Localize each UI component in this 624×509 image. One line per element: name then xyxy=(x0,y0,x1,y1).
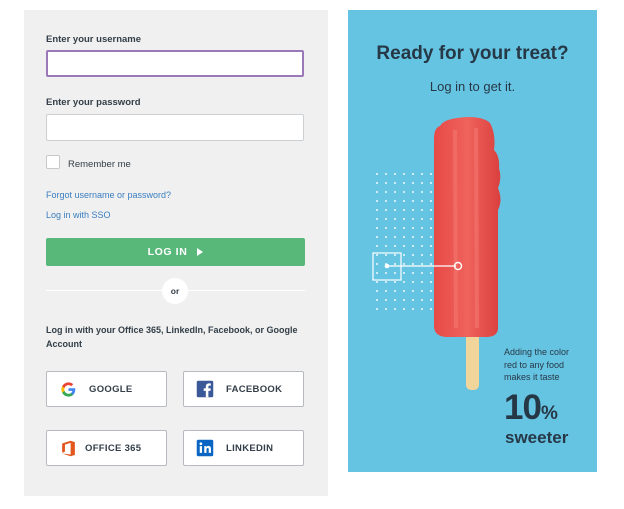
social-login-text: Log in with your Office 365, LinkedIn, F… xyxy=(46,325,298,349)
linkedin-login-button[interactable]: LINKEDIN xyxy=(183,430,304,466)
linkedin-button-label: LINKEDIN xyxy=(226,442,274,454)
sso-login-link[interactable]: Log in with SSO xyxy=(46,210,111,220)
office365-button-label: OFFICE 365 xyxy=(85,442,142,454)
office-365-logo-icon xyxy=(59,439,77,457)
promo-big-number: 10 xyxy=(504,388,542,427)
popsicle-illustration xyxy=(372,117,501,390)
username-input[interactable] xyxy=(48,52,302,75)
login-panel: Enter your username Enter your password … xyxy=(24,10,328,496)
google-logo-icon xyxy=(59,380,77,398)
login-button[interactable]: LOG IN xyxy=(46,238,305,266)
facebook-login-button[interactable]: FACEBOOK xyxy=(183,371,304,407)
promo-fact: Adding the color red to any food makes i… xyxy=(504,347,570,382)
office365-login-button[interactable]: OFFICE 365 xyxy=(46,430,167,466)
promo-big-word: sweeter xyxy=(505,428,569,447)
popsicle-body xyxy=(434,117,501,337)
google-login-button[interactable]: GOOGLE xyxy=(46,371,167,407)
or-badge: or xyxy=(162,278,188,304)
facebook-logo-icon xyxy=(196,380,214,398)
username-field[interactable] xyxy=(46,50,304,77)
password-label: Enter your password xyxy=(46,97,141,108)
promo-big-stat: 10% xyxy=(504,388,558,428)
remember-me-checkbox[interactable] xyxy=(46,155,60,169)
username-label: Enter your username xyxy=(46,34,142,45)
login-button-label: LOG IN xyxy=(147,246,188,258)
password-field[interactable] xyxy=(46,114,304,141)
remember-me-label: Remember me xyxy=(68,159,131,170)
promo-panel: Ready for your treat? Log in to get it. … xyxy=(348,10,597,472)
forgot-credentials-link[interactable]: Forgot username or password? xyxy=(46,190,171,200)
google-button-label: GOOGLE xyxy=(89,383,133,395)
popsicle-stick xyxy=(466,328,479,390)
promo-big-percent: % xyxy=(540,403,558,424)
play-arrow-icon xyxy=(197,248,204,256)
password-input[interactable] xyxy=(47,115,303,140)
facebook-button-label: FACEBOOK xyxy=(226,383,283,395)
linkedin-logo-icon xyxy=(196,439,214,457)
